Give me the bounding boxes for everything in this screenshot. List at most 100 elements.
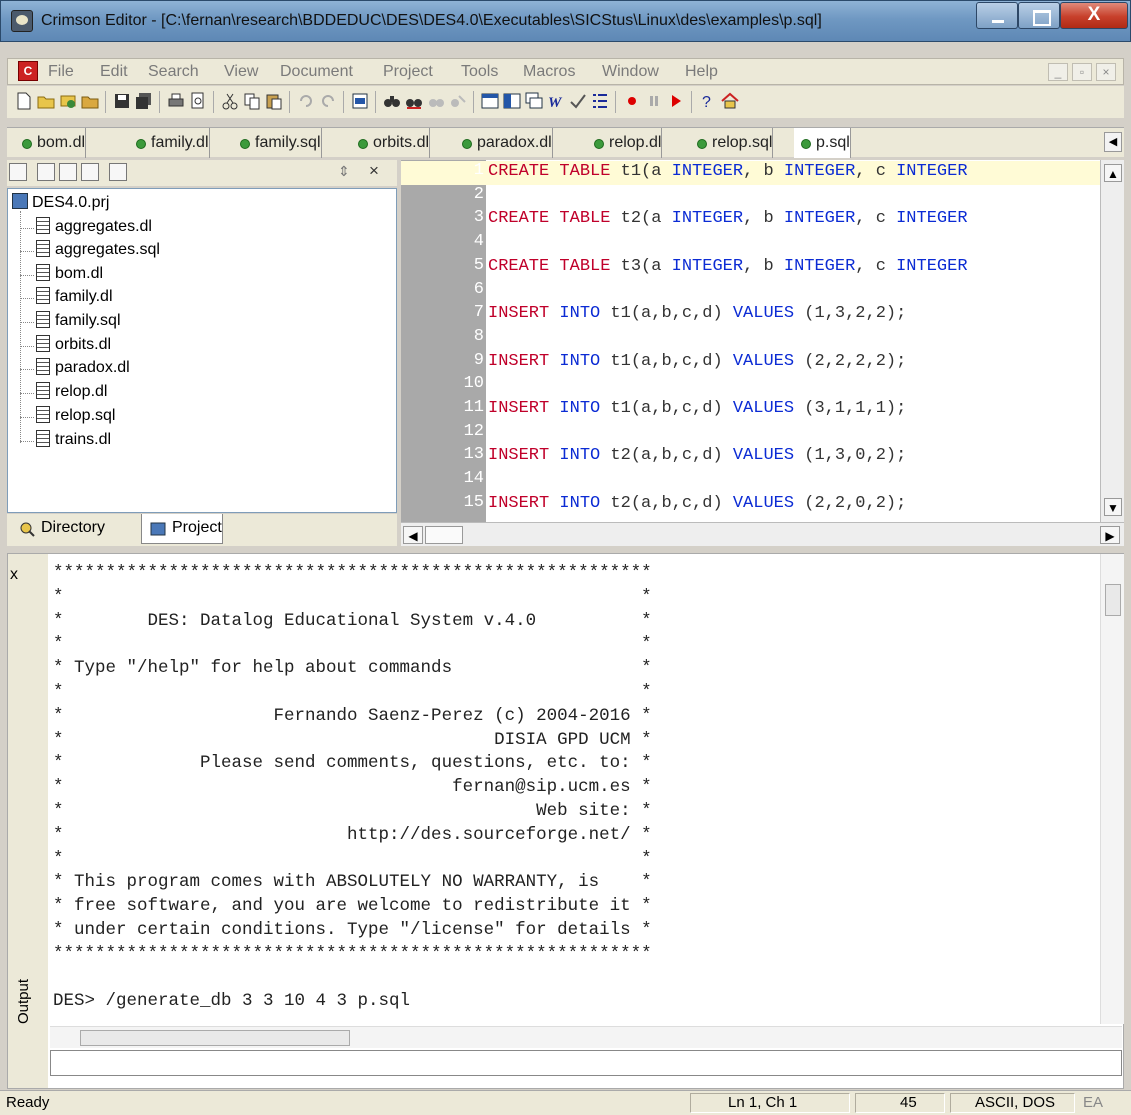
cascade-icon[interactable] bbox=[525, 92, 543, 110]
menu-document[interactable]: Document bbox=[280, 63, 353, 81]
remove-file-icon[interactable] bbox=[109, 163, 127, 181]
tab-scroll-left-icon[interactable]: ◀ bbox=[1104, 132, 1122, 152]
maximize-button[interactable] bbox=[1018, 2, 1060, 29]
close-panel-icon[interactable]: × bbox=[369, 161, 379, 181]
tree-item[interactable]: family.sql bbox=[20, 311, 121, 333]
line-numbers-icon[interactable] bbox=[591, 92, 609, 110]
undo-icon[interactable] bbox=[297, 92, 315, 110]
scroll-thumb[interactable] bbox=[1105, 584, 1121, 616]
tab-family-sql[interactable]: family.sql bbox=[233, 128, 322, 158]
code-line[interactable]: 15 INSERT INTO t2(a,b,c,d) VALUES (2,2,0,… bbox=[401, 493, 1100, 517]
app-icon[interactable] bbox=[11, 10, 33, 32]
save-icon[interactable] bbox=[113, 92, 131, 110]
cut-icon[interactable] bbox=[221, 92, 239, 110]
tab-project[interactable]: Project bbox=[141, 514, 223, 544]
menu-view[interactable]: View bbox=[224, 63, 258, 81]
record-macro-icon[interactable] bbox=[623, 92, 641, 110]
home-icon[interactable] bbox=[721, 92, 739, 110]
tab-relop-sql[interactable]: relop.sql bbox=[690, 128, 774, 158]
column-mode-icon[interactable] bbox=[351, 92, 369, 110]
tab-p-sql[interactable]: p.sql bbox=[794, 128, 851, 158]
add-folder-icon[interactable] bbox=[59, 163, 77, 181]
code-line[interactable]: 4 bbox=[401, 232, 1100, 256]
scroll-thumb[interactable] bbox=[80, 1030, 350, 1046]
editor-horizontal-scrollbar[interactable]: ◀ ▶ bbox=[401, 522, 1124, 546]
pin-icon[interactable]: ⇕ bbox=[338, 163, 350, 180]
copy-icon[interactable] bbox=[243, 92, 261, 110]
tree-item[interactable]: aggregates.dl bbox=[20, 217, 152, 239]
document-icon[interactable]: C bbox=[18, 61, 38, 81]
code-line[interactable]: 13 INSERT INTO t2(a,b,c,d) VALUES (1,3,0,… bbox=[401, 445, 1100, 469]
scroll-up-icon[interactable]: ▲ bbox=[1104, 164, 1122, 182]
tile-vertical-icon[interactable] bbox=[503, 92, 521, 110]
tree-item[interactable]: trains.dl bbox=[19, 430, 111, 452]
code-line[interactable]: 8 bbox=[401, 327, 1100, 351]
scroll-left-icon[interactable]: ◀ bbox=[403, 526, 423, 544]
menu-help[interactable]: Help bbox=[685, 63, 718, 81]
tab-paradox-dl[interactable]: paradox.dl bbox=[455, 128, 553, 158]
open-remote-icon[interactable] bbox=[59, 92, 77, 110]
tree-item[interactable]: relop.dl bbox=[19, 382, 107, 404]
minimize-button[interactable] bbox=[976, 2, 1018, 29]
mdi-minimize-button[interactable]: _ bbox=[1048, 63, 1068, 81]
code-editor[interactable]: 1 CREATE TABLE t1(a INTEGER, b INTEGER, c… bbox=[401, 160, 1100, 522]
output-command-input[interactable] bbox=[50, 1050, 1122, 1076]
add-file-icon[interactable] bbox=[37, 163, 55, 181]
scroll-thumb[interactable] bbox=[425, 526, 463, 544]
scroll-right-icon[interactable]: ▶ bbox=[1100, 526, 1120, 544]
print-icon[interactable] bbox=[167, 92, 185, 110]
find-icon[interactable] bbox=[383, 92, 401, 110]
menu-macros[interactable]: Macros bbox=[523, 63, 575, 81]
new-file-icon[interactable] bbox=[15, 92, 33, 110]
output-horizontal-scrollbar[interactable] bbox=[50, 1026, 1122, 1048]
tree-item[interactable]: bom.dl bbox=[19, 264, 103, 286]
output-vertical-scrollbar[interactable] bbox=[1100, 554, 1124, 1024]
open-file-icon[interactable] bbox=[37, 92, 55, 110]
scroll-down-icon[interactable]: ▼ bbox=[1104, 498, 1122, 516]
code-line[interactable]: 9 INSERT INTO t1(a,b,c,d) VALUES (2,2,2,2… bbox=[401, 351, 1100, 375]
add-all-icon[interactable] bbox=[81, 163, 99, 181]
tree-item[interactable]: orbits.dl bbox=[19, 335, 111, 357]
code-line[interactable]: 2 bbox=[401, 185, 1100, 209]
menu-project[interactable]: Project bbox=[383, 63, 433, 81]
code-line[interactable]: 12 bbox=[401, 422, 1100, 446]
tree-item[interactable]: aggregates.sql bbox=[20, 240, 160, 262]
goto-icon[interactable] bbox=[449, 92, 467, 110]
mdi-close-button[interactable]: × bbox=[1096, 63, 1116, 81]
code-line[interactable]: 7 INSERT INTO t1(a,b,c,d) VALUES (1,3,2,2… bbox=[401, 303, 1100, 327]
code-line[interactable]: 11 INSERT INTO t1(a,b,c,d) VALUES (3,1,1,… bbox=[401, 398, 1100, 422]
code-line[interactable]: 10 bbox=[401, 374, 1100, 398]
code-line[interactable]: 14 bbox=[401, 469, 1100, 493]
code-line[interactable]: 6 bbox=[401, 280, 1100, 304]
code-line[interactable]: 1 CREATE TABLE t1(a INTEGER, b INTEGER, c… bbox=[401, 161, 1100, 185]
help-icon[interactable]: ? bbox=[699, 92, 717, 110]
menu-search[interactable]: Search bbox=[148, 63, 199, 81]
word-wrap-icon[interactable]: W bbox=[547, 92, 565, 110]
save-all-icon[interactable] bbox=[135, 92, 153, 110]
editor-vertical-scrollbar[interactable]: ▲ ▼ bbox=[1100, 160, 1124, 522]
tab-orbits-dl[interactable]: orbits.dl bbox=[351, 128, 431, 158]
open-project-icon[interactable] bbox=[81, 92, 99, 110]
print-preview-icon[interactable] bbox=[189, 92, 207, 110]
code-line[interactable]: 3 CREATE TABLE t2(a INTEGER, b INTEGER, c… bbox=[401, 208, 1100, 232]
pause-macro-icon[interactable] bbox=[645, 92, 663, 110]
open-folder-icon[interactable] bbox=[9, 163, 27, 181]
tree-item[interactable]: paradox.dl bbox=[20, 358, 130, 380]
tab-bom-dl[interactable]: bom.dl bbox=[15, 128, 87, 158]
close-output-icon[interactable]: x bbox=[10, 566, 18, 584]
replace-icon[interactable] bbox=[427, 92, 445, 110]
tab-family-dl[interactable]: family.dl bbox=[129, 128, 210, 158]
spell-check-icon[interactable] bbox=[569, 92, 587, 110]
redo-icon[interactable] bbox=[319, 92, 337, 110]
menu-edit[interactable]: Edit bbox=[100, 63, 128, 81]
menu-window[interactable]: Window bbox=[602, 63, 659, 81]
close-button[interactable]: X bbox=[1060, 2, 1128, 29]
tree-item[interactable]: family.dl bbox=[20, 287, 113, 309]
menu-tools[interactable]: Tools bbox=[461, 63, 498, 81]
project-root[interactable]: DES4.0.prj bbox=[12, 193, 109, 212]
tile-horizontal-icon[interactable] bbox=[481, 92, 499, 110]
play-macro-icon[interactable] bbox=[667, 92, 685, 110]
menu-file[interactable]: File bbox=[48, 63, 74, 81]
tab-relop-dl[interactable]: relop.dl bbox=[587, 128, 663, 158]
code-line[interactable]: 5 CREATE TABLE t3(a INTEGER, b INTEGER, c… bbox=[401, 256, 1100, 280]
